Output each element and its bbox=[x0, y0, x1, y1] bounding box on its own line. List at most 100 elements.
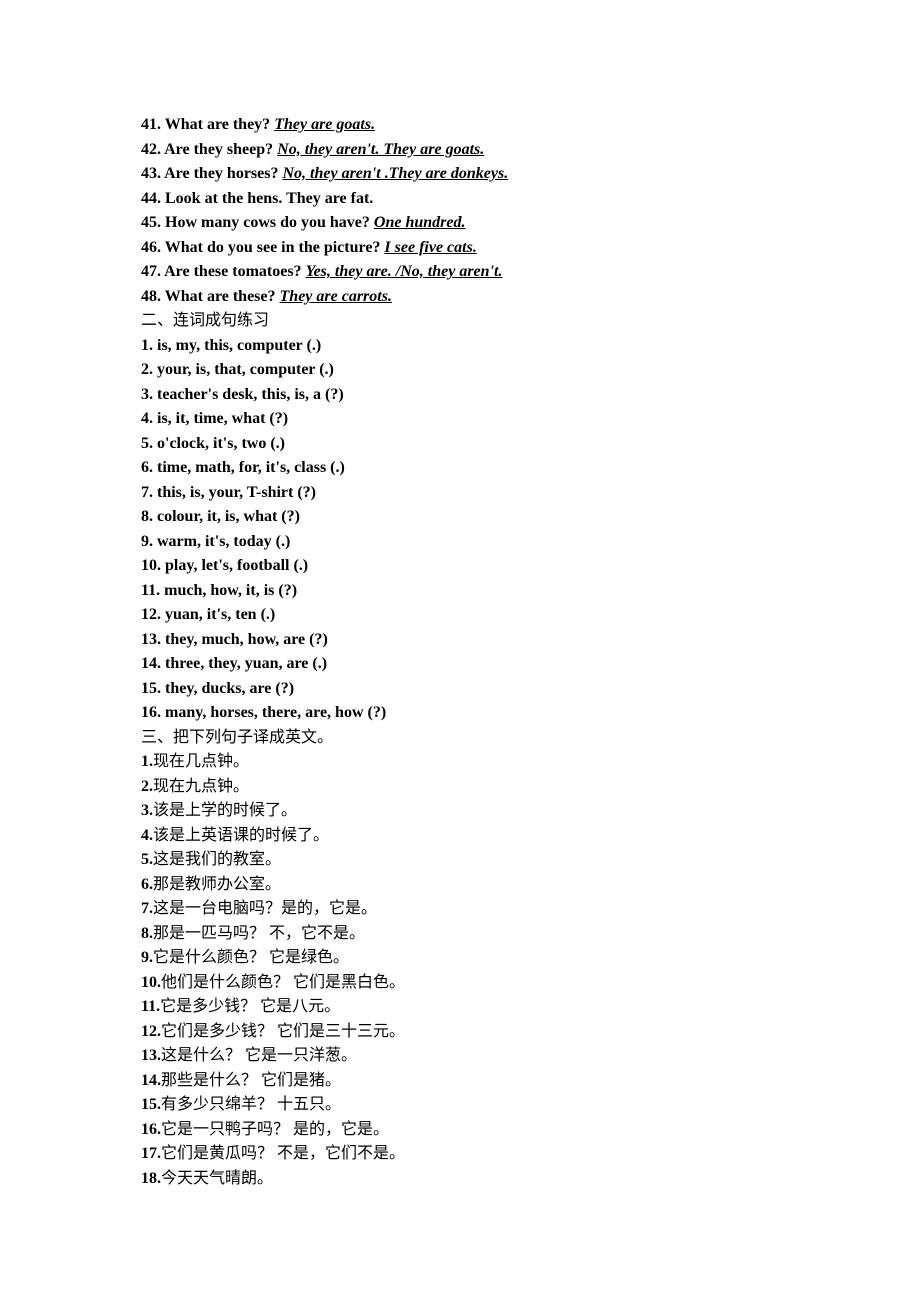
text-span: 该是上英语课的时候了。 bbox=[153, 827, 329, 844]
text-span: 15. bbox=[141, 1096, 161, 1113]
text-line: 1. is, my, this, computer (.) bbox=[141, 334, 800, 359]
text-line: 46. What do you see in the picture? I se… bbox=[141, 236, 800, 261]
text-line: 13.这是什么？ 它是一只洋葱。 bbox=[141, 1044, 800, 1069]
text-line: 11. much, how, it, is (?) bbox=[141, 579, 800, 604]
text-span: 11. bbox=[141, 998, 160, 1015]
text-span: 8. bbox=[141, 925, 153, 942]
text-span: 47. Are these tomatoes? bbox=[141, 263, 302, 280]
text-line: 5. o'clock, it's, two (.) bbox=[141, 432, 800, 457]
text-line: 2. your, is, that, computer (.) bbox=[141, 358, 800, 383]
text-span: 有多少只绵羊？ 十五只。 bbox=[161, 1096, 341, 1113]
text-line: 47. Are these tomatoes? Yes, they are. /… bbox=[141, 260, 800, 285]
text-span: Yes, they are. /No, they aren't. bbox=[306, 263, 503, 280]
text-line: 45. How many cows do you have? One hundr… bbox=[141, 211, 800, 236]
text-line: 7. this, is, your, T-shirt (?) bbox=[141, 481, 800, 506]
text-line: 42. Are they sheep? No, they aren't. The… bbox=[141, 138, 800, 163]
text-line: 6.那是教师办公室。 bbox=[141, 873, 800, 898]
text-span: No, they aren't .They are donkeys. bbox=[282, 165, 508, 182]
text-line: 9. warm, it's, today (.) bbox=[141, 530, 800, 555]
text-span: 3. teacher's desk, this, is, a (?) bbox=[141, 386, 344, 403]
text-line: 10. play, let's, football (.) bbox=[141, 554, 800, 579]
text-span: 今天天气晴朗。 bbox=[161, 1170, 273, 1187]
text-span: 44. Look at the hens. They are fat. bbox=[141, 190, 373, 207]
text-line: 15.有多少只绵羊？ 十五只。 bbox=[141, 1093, 800, 1118]
text-span: 这是什么？ 它是一只洋葱。 bbox=[161, 1047, 357, 1064]
text-span: 48. What are these? bbox=[141, 288, 280, 305]
text-span: 15. they, ducks, are (?) bbox=[141, 680, 294, 697]
text-span: 7. bbox=[141, 900, 153, 917]
text-line: 8. colour, it, is, what (?) bbox=[141, 505, 800, 530]
text-span: 8. colour, it, is, what (?) bbox=[141, 508, 300, 525]
text-span: 它是什么颜色？ 它是绿色。 bbox=[153, 949, 349, 966]
text-span: One hundred. bbox=[374, 214, 466, 231]
text-line: 三、把下列句子译成英文。 bbox=[141, 726, 800, 751]
document-content: 41. What are they? They are goats. 42. A… bbox=[141, 113, 800, 1191]
text-span: No, they aren't. They are goats. bbox=[277, 141, 484, 158]
text-line: 9.它是什么颜色？ 它是绿色。 bbox=[141, 946, 800, 971]
text-span: 9. warm, it's, today (.) bbox=[141, 533, 290, 550]
text-span: 它是一只鸭子吗？ 是的，它是。 bbox=[161, 1121, 389, 1138]
text-span: 那是教师办公室。 bbox=[153, 876, 281, 893]
text-span: 4. bbox=[141, 827, 153, 844]
text-span: 1. bbox=[141, 753, 153, 770]
text-span: 14. bbox=[141, 1072, 161, 1089]
document-page: 41. What are they? They are goats. 42. A… bbox=[0, 0, 920, 1302]
text-span: 16. many, horses, there, are, how (?) bbox=[141, 704, 386, 721]
text-line: 15. they, ducks, are (?) bbox=[141, 677, 800, 702]
text-span: 46. What do you see in the picture? bbox=[141, 239, 380, 256]
text-line: 18.今天天气晴朗。 bbox=[141, 1167, 800, 1192]
text-line: 3.该是上学的时候了。 bbox=[141, 799, 800, 824]
text-span: They are goats. bbox=[274, 116, 375, 133]
text-line: 11.它是多少钱？ 它是八元。 bbox=[141, 995, 800, 1020]
text-line: 5.这是我们的教室。 bbox=[141, 848, 800, 873]
text-span: 13. they, much, how, are (?) bbox=[141, 631, 328, 648]
text-span: 二、连词成句练习 bbox=[141, 312, 269, 329]
text-line: 8.那是一匹马吗？ 不，它不是。 bbox=[141, 922, 800, 947]
text-line: 13. they, much, how, are (?) bbox=[141, 628, 800, 653]
text-span: 2. bbox=[141, 778, 153, 795]
text-span: 2. your, is, that, computer (.) bbox=[141, 361, 334, 378]
text-line: 43. Are they horses? No, they aren't .Th… bbox=[141, 162, 800, 187]
text-line: 4. is, it, time, what (?) bbox=[141, 407, 800, 432]
text-line: 48. What are these? They are carrots. bbox=[141, 285, 800, 310]
text-span: 现在九点钟。 bbox=[153, 778, 249, 795]
text-line: 44. Look at the hens. They are fat. bbox=[141, 187, 800, 212]
text-line: 12.它们是多少钱？ 它们是三十三元。 bbox=[141, 1020, 800, 1045]
text-span: 10. play, let's, football (.) bbox=[141, 557, 308, 574]
text-span: 它是多少钱？ 它是八元。 bbox=[160, 998, 340, 1015]
text-line: 4.该是上英语课的时候了。 bbox=[141, 824, 800, 849]
text-line: 12. yuan, it's, ten (.) bbox=[141, 603, 800, 628]
text-span: 6. time, math, for, it's, class (.) bbox=[141, 459, 345, 476]
text-line: 7.这是一台电脑吗？是的，它是。 bbox=[141, 897, 800, 922]
text-span: 现在几点钟。 bbox=[153, 753, 249, 770]
text-span: 17. bbox=[141, 1145, 161, 1162]
text-span: 9. bbox=[141, 949, 153, 966]
text-span: 13. bbox=[141, 1047, 161, 1064]
text-line: 14.那些是什么？ 它们是猪。 bbox=[141, 1069, 800, 1094]
text-line: 14. three, they, yuan, are (.) bbox=[141, 652, 800, 677]
text-span: 12. bbox=[141, 1023, 161, 1040]
text-span: 这是我们的教室。 bbox=[153, 851, 281, 868]
text-line: 16.它是一只鸭子吗？ 是的，它是。 bbox=[141, 1118, 800, 1143]
text-line: 2.现在九点钟。 bbox=[141, 775, 800, 800]
text-line: 16. many, horses, there, are, how (?) bbox=[141, 701, 800, 726]
text-line: 10.他们是什么颜色？ 它们是黑白色。 bbox=[141, 971, 800, 996]
text-span: 1. is, my, this, computer (.) bbox=[141, 337, 321, 354]
text-span: 11. much, how, it, is (?) bbox=[141, 582, 297, 599]
text-span: 18. bbox=[141, 1170, 161, 1187]
text-line: 6. time, math, for, it's, class (.) bbox=[141, 456, 800, 481]
text-span: 该是上学的时候了。 bbox=[153, 802, 297, 819]
text-span: 16. bbox=[141, 1121, 161, 1138]
text-line: 1.现在几点钟。 bbox=[141, 750, 800, 775]
text-line: 17.它们是黄瓜吗？ 不是，它们不是。 bbox=[141, 1142, 800, 1167]
text-span: They are carrots. bbox=[280, 288, 392, 305]
text-span: 42. Are they sheep? bbox=[141, 141, 273, 158]
text-span: 那是一匹马吗？ 不，它不是。 bbox=[153, 925, 365, 942]
text-span: 5. o'clock, it's, two (.) bbox=[141, 435, 285, 452]
text-span: 它们是多少钱？ 它们是三十三元。 bbox=[161, 1023, 405, 1040]
text-span: 4. is, it, time, what (?) bbox=[141, 410, 288, 427]
text-span: 14. three, they, yuan, are (.) bbox=[141, 655, 327, 672]
text-span: 它们是黄瓜吗？ 不是，它们不是。 bbox=[161, 1145, 405, 1162]
text-span: 45. How many cows do you have? bbox=[141, 214, 370, 231]
text-line: 3. teacher's desk, this, is, a (?) bbox=[141, 383, 800, 408]
